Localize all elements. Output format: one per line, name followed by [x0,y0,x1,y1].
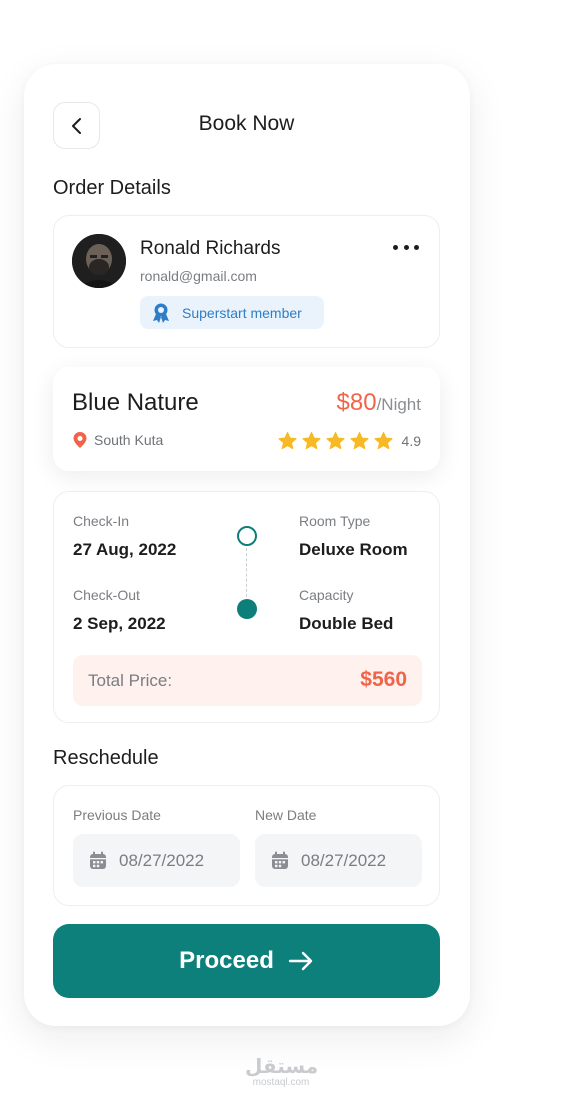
user-name: Ronald Richards [140,238,281,259]
checkout-value: 2 Sep, 2022 [73,614,166,633]
arrow-right-icon [288,951,313,971]
back-button[interactable] [53,102,100,149]
star-icon [326,432,344,450]
hotel-name: Blue Nature [72,389,199,416]
page-title: Book Now [198,112,295,135]
total-price-box: Total Price: $560 [73,655,422,706]
star-icon [278,432,296,450]
total-price-label: Total Price: [88,671,173,690]
avatar [72,234,126,288]
capacity-value: Double Bed [299,614,394,633]
proceed-label: Proceed [179,947,274,974]
hotel-price: $80/Night [337,389,421,417]
watermark-latin: mostaql.com [252,1077,310,1088]
checkin-value: 27 Aug, 2022 [73,540,177,559]
user-email: ronald@gmail.com [140,268,257,284]
new-date-field[interactable]: 08/27/2022 [255,834,422,887]
star-icon [350,432,368,450]
checkin-dot [237,526,257,546]
calendar-icon [272,851,288,869]
reschedule-title: Reschedule [53,747,159,769]
timeline-connector [246,548,247,602]
capacity-label: Capacity [299,587,354,603]
rating-value: 4.9 [401,433,421,449]
watermark-arabic: مستقل [245,1054,319,1078]
star-icon [302,432,320,450]
star-icon [374,432,392,450]
checkout-dot [237,599,257,619]
order-details-title: Order Details [53,177,171,199]
watermark-logo: مستقل mostaql.com [245,1054,319,1089]
previous-date-field[interactable]: 08/27/2022 [73,834,240,887]
member-badge: Superstart member [140,296,324,329]
checkout-label: Check-Out [73,587,140,603]
more-options-button[interactable] [393,238,419,256]
price-unit: /Night [376,395,421,414]
hotel-card: Blue Nature $80/Night South Kuta 4.9 [53,367,440,471]
new-date-label: New Date [255,807,317,823]
price-amount: $80 [336,389,377,416]
room-type-label: Room Type [299,513,371,529]
previous-date-value: 08/27/2022 [119,850,205,870]
hotel-rating: 4.9 [277,431,421,451]
badge-label: Superstart member [182,304,302,321]
location-label: South Kuta [94,432,164,448]
previous-date-label: Previous Date [73,807,161,823]
room-type-value: Deluxe Room [299,540,408,559]
proceed-button[interactable]: Proceed [53,924,440,998]
stay-details-card: Check-In 27 Aug, 2022 Check-Out 2 Sep, 2… [53,491,440,723]
new-date-value: 08/27/2022 [301,850,387,870]
calendar-icon [90,851,106,869]
award-ribbon-icon [153,303,169,323]
reschedule-card: Previous Date New Date 08/27/2022 08/27/… [53,785,440,906]
location-pin-icon [73,432,87,448]
back-arrow-icon [71,117,81,134]
hotel-location: South Kuta [72,431,163,449]
user-card: Ronald Richards ronald@gmail.com Superst… [53,215,440,348]
total-price-value: $560 [360,668,407,691]
checkin-label: Check-In [73,513,130,529]
more-dots-icon [393,244,419,250]
